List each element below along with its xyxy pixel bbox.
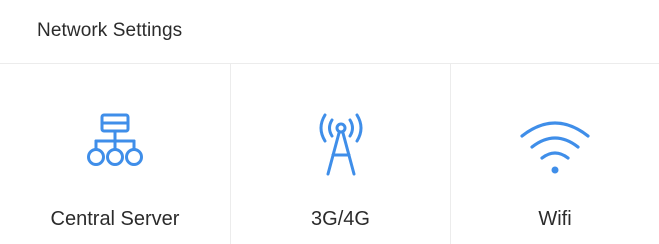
central-server-label: Central Server	[50, 208, 180, 230]
page-title: Network Settings	[37, 19, 183, 41]
wifi-label: Wifi	[538, 208, 572, 230]
wifi-icon	[520, 121, 590, 174]
sitemap-icon	[87, 113, 143, 166]
wifi-tile[interactable]: Wifi	[451, 64, 659, 244]
mobile-network-tile[interactable]: 3G/4G	[231, 64, 451, 244]
panel-header: Network Settings	[0, 0, 659, 64]
mobile-network-label: 3G/4G	[311, 208, 370, 230]
central-server-tile[interactable]: Central Server	[0, 64, 231, 244]
antenna-icon	[319, 113, 362, 176]
network-options: Central Server 3G/4G Wifi	[0, 64, 659, 244]
network-settings-panel: Network Settings Central Server 3G/4G Wi…	[0, 0, 659, 244]
